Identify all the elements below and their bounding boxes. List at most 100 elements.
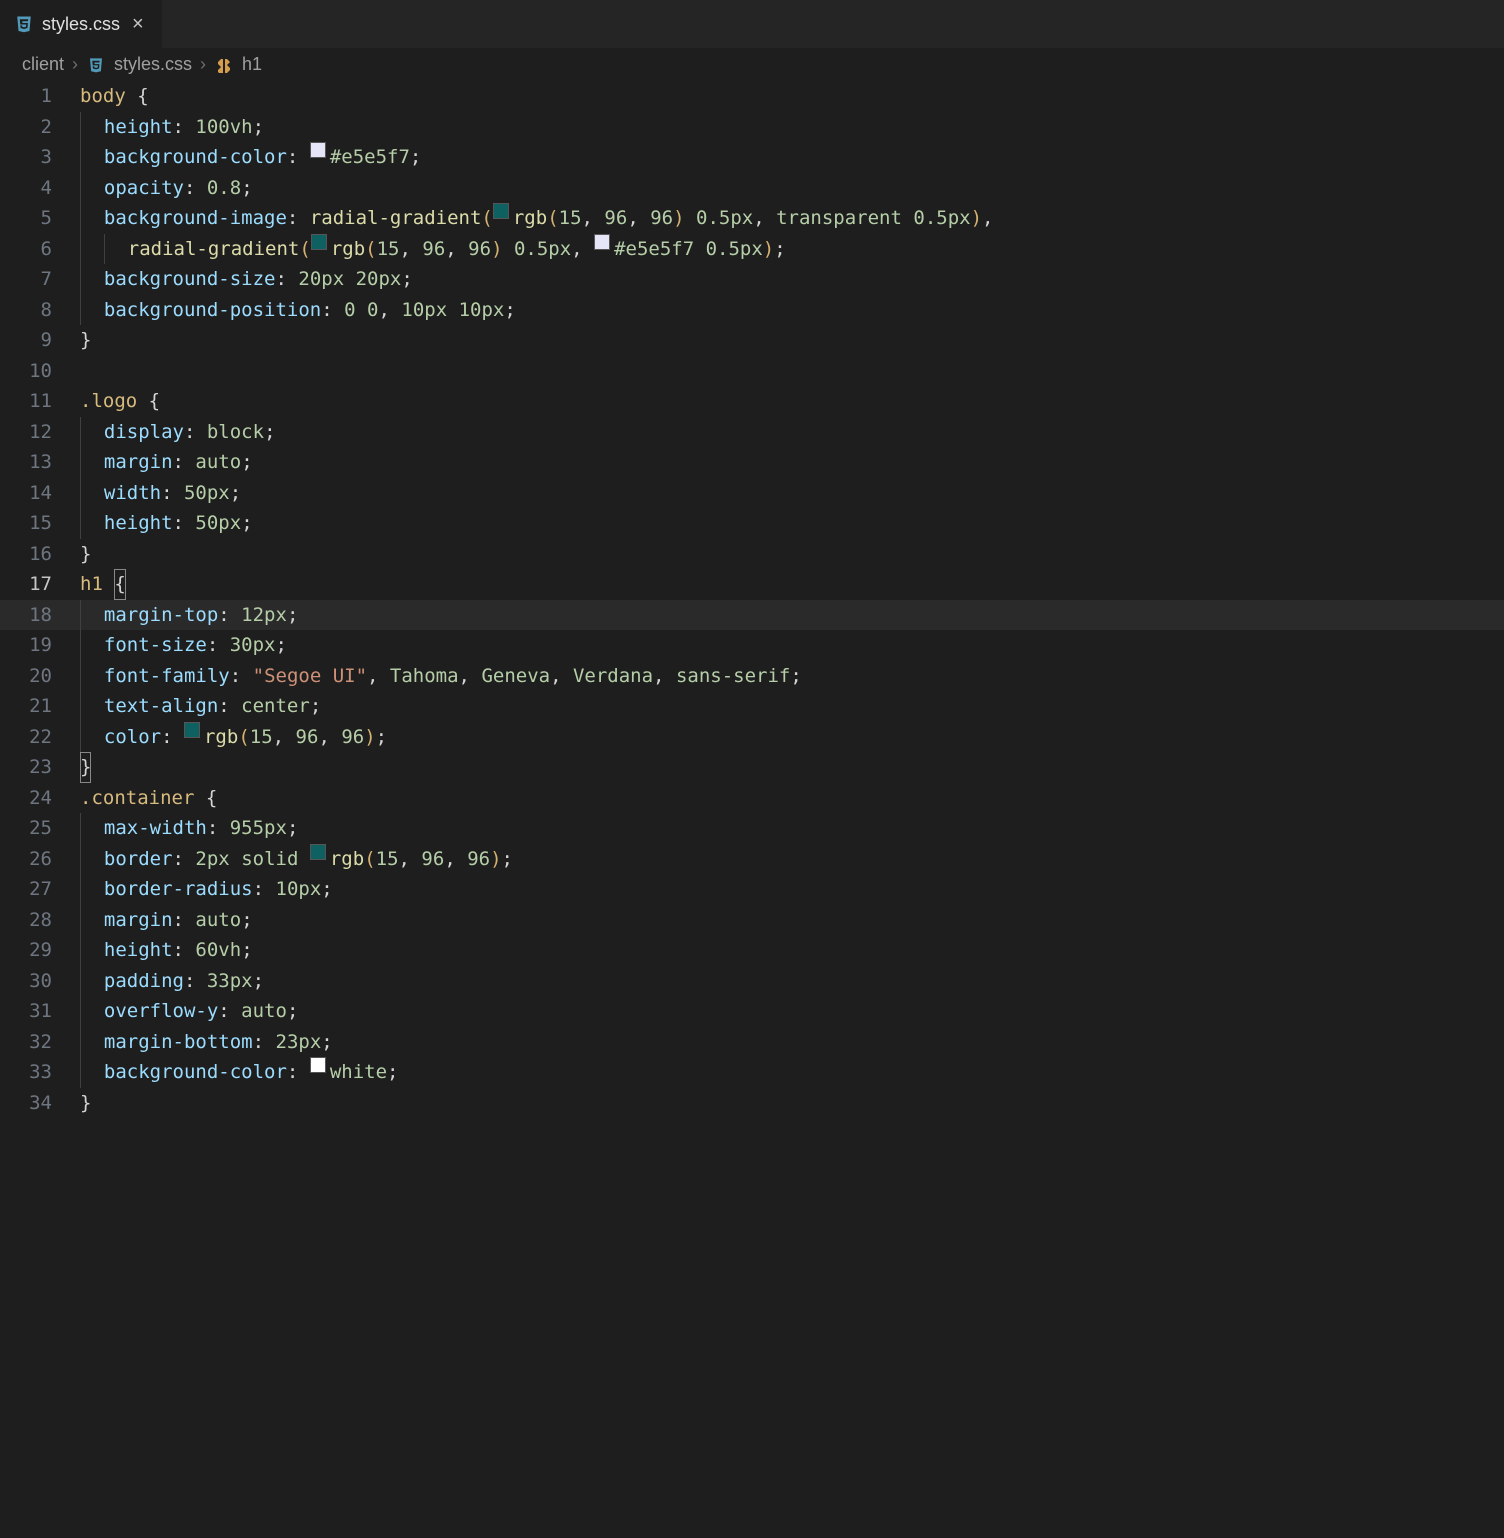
line-number: 20: [0, 661, 80, 692]
color-swatch-icon[interactable]: [310, 142, 326, 158]
code-content[interactable]: width: 50px;: [80, 478, 241, 509]
code-line[interactable]: 34}: [0, 1088, 1504, 1119]
code-content[interactable]: margin-top: 12px;: [80, 600, 298, 631]
color-swatch-icon[interactable]: [310, 1057, 326, 1073]
code-content[interactable]: opacity: 0.8;: [80, 173, 253, 204]
code-line[interactable]: 11.logo {: [0, 386, 1504, 417]
line-number: 16: [0, 539, 80, 570]
tab-filename: styles.css: [42, 14, 120, 35]
code-content[interactable]: border-radius: 10px;: [80, 874, 333, 905]
code-content[interactable]: display: block;: [80, 417, 276, 448]
code-content[interactable]: height: 50px;: [80, 508, 253, 539]
code-content[interactable]: margin: auto;: [80, 447, 253, 478]
code-line[interactable]: 16}: [0, 539, 1504, 570]
code-line[interactable]: 28 margin: auto;: [0, 905, 1504, 936]
code-content[interactable]: }: [80, 752, 91, 783]
code-line[interactable]: 31 overflow-y: auto;: [0, 996, 1504, 1027]
code-content[interactable]: background-position: 0 0, 10px 10px;: [80, 295, 516, 326]
code-line[interactable]: 9}: [0, 325, 1504, 356]
line-number: 11: [0, 386, 80, 417]
code-line[interactable]: 23}: [0, 752, 1504, 783]
line-number: 12: [0, 417, 80, 448]
line-number: 28: [0, 905, 80, 936]
line-number: 7: [0, 264, 80, 295]
line-number: 10: [0, 356, 80, 387]
code-line[interactable]: 30 padding: 33px;: [0, 966, 1504, 997]
code-content[interactable]: overflow-y: auto;: [80, 996, 298, 1027]
code-line[interactable]: 8 background-position: 0 0, 10px 10px;: [0, 295, 1504, 326]
code-line[interactable]: 26 border: 2px solid rgb(15, 96, 96);: [0, 844, 1504, 875]
close-icon[interactable]: ×: [128, 13, 148, 36]
code-content[interactable]: padding: 33px;: [80, 966, 264, 997]
code-content[interactable]: background-color: #e5e5f7;: [80, 142, 421, 173]
code-content[interactable]: margin: auto;: [80, 905, 253, 936]
code-line[interactable]: 3 background-color: #e5e5f7;: [0, 142, 1504, 173]
code-line[interactable]: 10: [0, 356, 1504, 387]
line-number: 5: [0, 203, 80, 234]
color-swatch-icon[interactable]: [493, 203, 509, 219]
code-line[interactable]: 24.container {: [0, 783, 1504, 814]
line-number: 34: [0, 1088, 80, 1119]
code-line[interactable]: 25 max-width: 955px;: [0, 813, 1504, 844]
code-line[interactable]: 5 background-image: radial-gradient(rgb(…: [0, 203, 1504, 234]
code-editor[interactable]: 1body {2 height: 100vh;3 background-colo…: [0, 81, 1504, 1118]
color-swatch-icon[interactable]: [311, 234, 327, 250]
code-content[interactable]: }: [80, 1088, 91, 1119]
code-line[interactable]: 4 opacity: 0.8;: [0, 173, 1504, 204]
line-number: 8: [0, 295, 80, 326]
code-content[interactable]: background-size: 20px 20px;: [80, 264, 413, 295]
code-line[interactable]: 33 background-color: white;: [0, 1057, 1504, 1088]
code-content[interactable]: .container {: [80, 783, 217, 814]
editor-tab[interactable]: styles.css ×: [0, 0, 163, 48]
code-line[interactable]: 18 margin-top: 12px;: [0, 600, 1504, 631]
code-content[interactable]: height: 60vh;: [80, 935, 253, 966]
code-content[interactable]: margin-bottom: 23px;: [80, 1027, 333, 1058]
code-line[interactable]: 14 width: 50px;: [0, 478, 1504, 509]
code-line[interactable]: 27 border-radius: 10px;: [0, 874, 1504, 905]
code-line[interactable]: 12 display: block;: [0, 417, 1504, 448]
code-line[interactable]: 32 margin-bottom: 23px;: [0, 1027, 1504, 1058]
code-content[interactable]: h1 {: [80, 569, 126, 600]
color-swatch-icon[interactable]: [184, 722, 200, 738]
code-line[interactable]: 29 height: 60vh;: [0, 935, 1504, 966]
code-line[interactable]: 19 font-size: 30px;: [0, 630, 1504, 661]
code-line[interactable]: 2 height: 100vh;: [0, 112, 1504, 143]
breadcrumb-folder[interactable]: client: [22, 54, 64, 75]
line-number: 6: [0, 234, 80, 265]
code-line[interactable]: 6 radial-gradient(rgb(15, 96, 96) 0.5px,…: [0, 234, 1504, 265]
breadcrumb-symbol[interactable]: h1: [242, 54, 262, 75]
color-swatch-icon[interactable]: [310, 844, 326, 860]
code-content[interactable]: text-align: center;: [80, 691, 321, 722]
code-content[interactable]: border: 2px solid rgb(15, 96, 96);: [80, 844, 513, 875]
code-content[interactable]: }: [80, 325, 91, 356]
color-swatch-icon[interactable]: [594, 234, 610, 250]
code-content[interactable]: font-family: "Segoe UI", Tahoma, Geneva,…: [80, 661, 802, 692]
code-line[interactable]: 13 margin: auto;: [0, 447, 1504, 478]
breadcrumb[interactable]: client › styles.css › h1: [0, 48, 1504, 81]
code-content[interactable]: }: [80, 539, 91, 570]
code-line[interactable]: 22 color: rgb(15, 96, 96);: [0, 722, 1504, 753]
line-number: 4: [0, 173, 80, 204]
code-line[interactable]: 21 text-align: center;: [0, 691, 1504, 722]
chevron-right-icon: ›: [200, 54, 206, 75]
code-line[interactable]: 1body {: [0, 81, 1504, 112]
line-number: 19: [0, 630, 80, 661]
code-content[interactable]: max-width: 955px;: [80, 813, 298, 844]
code-content[interactable]: body {: [80, 81, 149, 112]
css-file-icon: [14, 14, 34, 34]
code-line[interactable]: 15 height: 50px;: [0, 508, 1504, 539]
code-content[interactable]: height: 100vh;: [80, 112, 264, 143]
breadcrumb-file[interactable]: styles.css: [114, 54, 192, 75]
code-line[interactable]: 7 background-size: 20px 20px;: [0, 264, 1504, 295]
code-line[interactable]: 20 font-family: "Segoe UI", Tahoma, Gene…: [0, 661, 1504, 692]
code-content[interactable]: font-size: 30px;: [80, 630, 287, 661]
code-line[interactable]: 17h1 {: [0, 569, 1504, 600]
line-number: 31: [0, 996, 80, 1027]
line-number: 1: [0, 81, 80, 112]
code-content[interactable]: background-color: white;: [80, 1057, 398, 1088]
line-number: 14: [0, 478, 80, 509]
code-content[interactable]: radial-gradient(rgb(15, 96, 96) 0.5px, #…: [80, 234, 786, 265]
code-content[interactable]: color: rgb(15, 96, 96);: [80, 722, 387, 753]
code-content[interactable]: .logo {: [80, 386, 160, 417]
code-content[interactable]: background-image: radial-gradient(rgb(15…: [80, 203, 994, 234]
